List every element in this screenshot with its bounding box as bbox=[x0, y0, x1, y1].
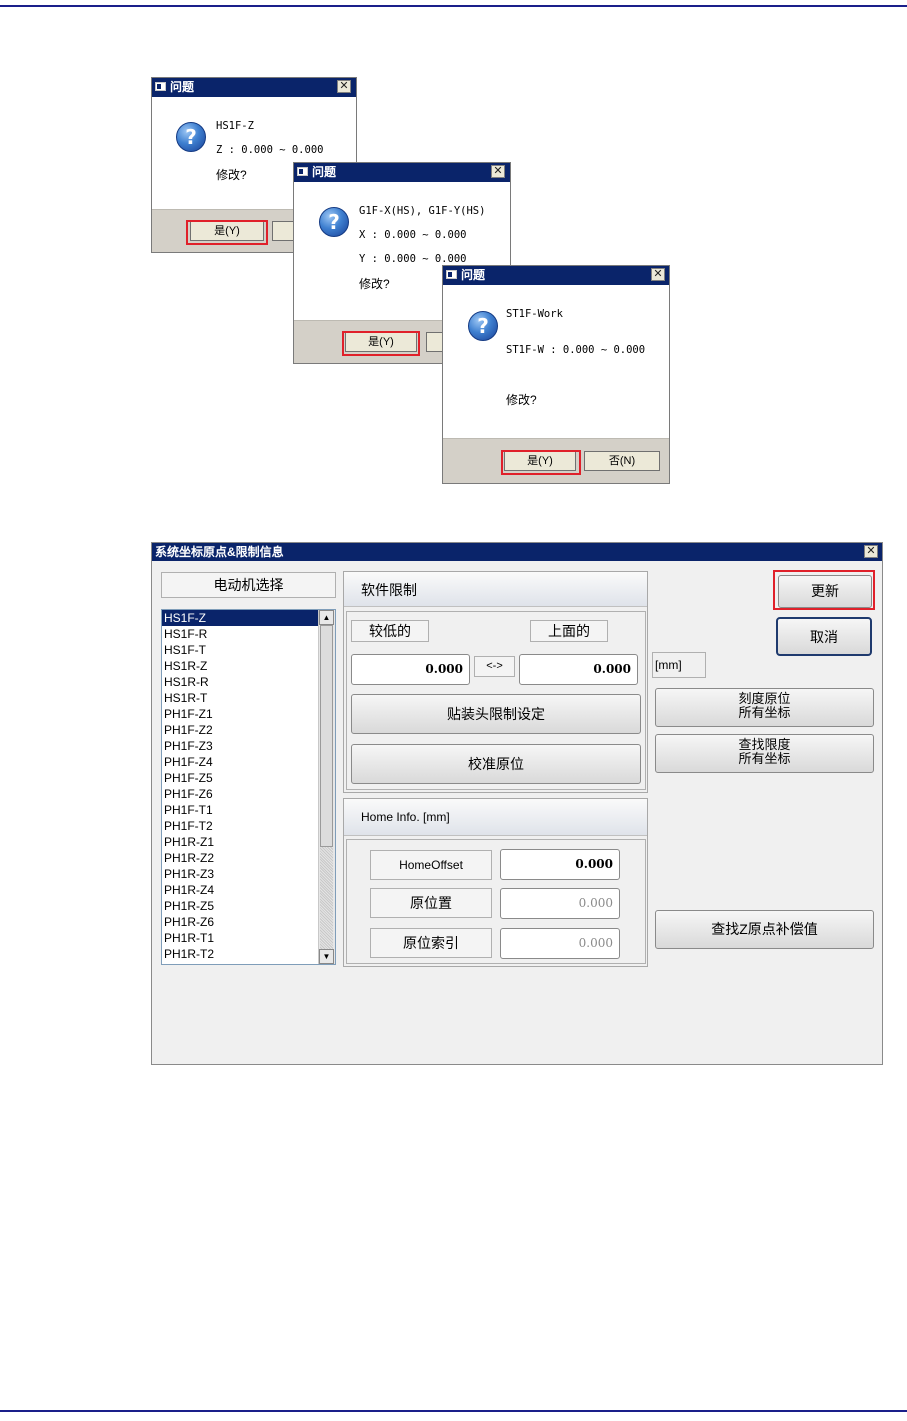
home-limit-window: 系统坐标原点&限制信息 ✕ 电动机选择 HS1F-Z HS1F-R HS1F-T HS… bbox=[151, 542, 883, 1065]
home-offset-label: HomeOffset bbox=[370, 850, 492, 880]
highlight-box bbox=[342, 331, 420, 356]
scale-home-all-button[interactable]: 刻度原位 所有坐标 bbox=[655, 688, 874, 727]
home-index-label: 原位索引 bbox=[370, 928, 492, 958]
home-position-label: 原位置 bbox=[370, 888, 492, 918]
motor-list-item[interactable]: HS1R-R bbox=[162, 674, 318, 690]
dialog-line: ST1F-W : 0.000 ~ 0.000 bbox=[506, 344, 646, 356]
window-icon bbox=[446, 270, 457, 279]
motor-list-item[interactable]: HS1R-Z bbox=[162, 658, 318, 674]
motor-list-item[interactable]: PH1R-Z2 bbox=[162, 850, 318, 866]
window-title-bar: 系统坐标原点&限制信息 ✕ bbox=[152, 543, 882, 561]
motor-list-item[interactable]: HS1F-R bbox=[162, 626, 318, 642]
dialog-title: 问题 bbox=[312, 165, 337, 179]
dialog-line: Y : 0.000 ~ 0.000 bbox=[359, 253, 467, 265]
home-offset-input[interactable]: 0.000 bbox=[500, 849, 620, 880]
motor-list-item[interactable]: HS1F-Z bbox=[162, 610, 318, 626]
dialog-title: 问题 bbox=[461, 268, 486, 282]
find-limit-all-button[interactable]: 查找限度 所有坐标 bbox=[655, 734, 874, 773]
scroll-down-icon[interactable]: ▼ bbox=[319, 949, 334, 964]
motor-list-items: HS1F-Z HS1F-R HS1F-T HS1R-Z HS1R-R HS1R-T PH1F… bbox=[162, 610, 318, 962]
question-icon: ? bbox=[176, 122, 206, 152]
close-icon[interactable]: ✕ bbox=[491, 165, 505, 178]
dialog-line: G1F-X(HS), G1F-Y(HS) bbox=[359, 205, 486, 217]
find-limit-line1: 查找限度 bbox=[738, 737, 791, 752]
bottom-rule bbox=[0, 1410, 907, 1412]
motor-list-item[interactable]: PH1F-T2 bbox=[162, 818, 318, 834]
window-icon bbox=[297, 167, 308, 176]
group-header: Home Info. [mm] bbox=[344, 799, 647, 836]
head-limit-setting-button[interactable]: 贴装头限制设定 bbox=[351, 694, 641, 734]
dialog-line: ST1F-Work bbox=[506, 308, 563, 320]
motor-list-item[interactable]: PH1R-T1 bbox=[162, 930, 318, 946]
motor-list-item[interactable]: PH1R-Z5 bbox=[162, 898, 318, 914]
dialog-title: 问题 bbox=[170, 80, 195, 94]
dialog-title-bar: 问题 ✕ bbox=[294, 163, 510, 182]
motor-list-item[interactable]: PH1R-T2 bbox=[162, 946, 318, 962]
highlight-box bbox=[773, 570, 875, 610]
dialog-question: 修改? bbox=[216, 168, 247, 182]
dialog-line: HS1F-Z bbox=[216, 120, 254, 132]
motor-list-item[interactable]: PH1R-Z4 bbox=[162, 882, 318, 898]
soft-limit-group: 软件限制 较低的 上面的 0.000 <-> 0.000 贴装头限制设定 校准原… bbox=[343, 571, 648, 793]
motor-listbox[interactable]: HS1F-Z HS1F-R HS1F-T HS1R-Z HS1R-R HS1R-T PH1F… bbox=[161, 609, 336, 965]
motor-select-label: 电动机选择 bbox=[161, 572, 336, 598]
range-arrow-label: <-> bbox=[474, 656, 515, 677]
lower-limit-input[interactable]: 0.000 bbox=[351, 654, 470, 685]
scale-home-line1: 刻度原位 bbox=[738, 691, 791, 706]
motor-list-item[interactable]: PH1F-Z2 bbox=[162, 722, 318, 738]
close-icon[interactable]: ✕ bbox=[337, 80, 351, 93]
no-button[interactable]: 否(N) bbox=[584, 451, 660, 471]
top-rule bbox=[0, 5, 907, 7]
motor-list-item[interactable]: PH1R-Z1 bbox=[162, 834, 318, 850]
scrollbar-thumb[interactable] bbox=[320, 625, 333, 847]
dialog-line: Z : 0.000 ~ 0.000 bbox=[216, 144, 324, 156]
upper-limit-input[interactable]: 0.000 bbox=[519, 654, 638, 685]
motor-list-item[interactable]: HS1F-T bbox=[162, 642, 318, 658]
dialog-title-bar: 问题 ✕ bbox=[152, 78, 356, 97]
question-icon: ? bbox=[319, 207, 349, 237]
question-icon: ? bbox=[468, 311, 498, 341]
calibrate-home-button[interactable]: 校准原位 bbox=[351, 744, 641, 784]
soft-limit-title: 软件限制 bbox=[361, 582, 417, 598]
scale-home-line2: 所有坐标 bbox=[738, 705, 791, 720]
home-position-input[interactable]: 0.000 bbox=[500, 888, 620, 919]
lower-label: 较低的 bbox=[351, 620, 429, 642]
cancel-button[interactable]: 取消 bbox=[776, 617, 872, 656]
dialog-question: 修改? bbox=[359, 277, 390, 291]
motor-list-item[interactable]: PH1F-Z1 bbox=[162, 706, 318, 722]
close-icon[interactable]: ✕ bbox=[864, 545, 878, 558]
highlight-box bbox=[501, 450, 581, 475]
close-icon[interactable]: ✕ bbox=[651, 268, 665, 281]
home-index-input[interactable]: 0.000 bbox=[500, 928, 620, 959]
motor-list-item[interactable]: PH1F-T1 bbox=[162, 802, 318, 818]
find-z-home-offset-button[interactable]: 查找Z原点补偿值 bbox=[655, 910, 874, 949]
motor-list-item[interactable]: PH1F-Z6 bbox=[162, 786, 318, 802]
dialog-title-bar: 问题 ✕ bbox=[443, 266, 669, 285]
motor-list-item[interactable]: PH1F-Z3 bbox=[162, 738, 318, 754]
group-header: 软件限制 bbox=[344, 572, 647, 607]
window-title: 系统坐标原点&限制信息 bbox=[155, 545, 284, 559]
motor-list-item[interactable]: PH1F-Z4 bbox=[162, 754, 318, 770]
dialog-question: 修改? bbox=[506, 393, 537, 407]
find-limit-line2: 所有坐标 bbox=[738, 751, 791, 766]
question-dialog-3: 问题 ✕ ? ST1F-Work ST1F-W : 0.000 ~ 0.000 … bbox=[442, 265, 670, 484]
dialog-line: X : 0.000 ~ 0.000 bbox=[359, 229, 467, 241]
upper-label: 上面的 bbox=[530, 620, 608, 642]
window-icon bbox=[155, 82, 166, 91]
motor-list-item[interactable]: PH1R-Z6 bbox=[162, 914, 318, 930]
scrollbar-track[interactable] bbox=[320, 847, 333, 949]
motor-list-item[interactable]: HS1R-T bbox=[162, 690, 318, 706]
highlight-box bbox=[186, 220, 268, 245]
unit-label: [mm] bbox=[652, 652, 706, 678]
home-info-group: Home Info. [mm] HomeOffset 0.000 原位置 0.0… bbox=[343, 798, 648, 967]
motor-list-item[interactable]: PH1R-Z3 bbox=[162, 866, 318, 882]
scroll-up-icon[interactable]: ▲ bbox=[319, 610, 334, 625]
motor-list-item[interactable]: PH1F-Z5 bbox=[162, 770, 318, 786]
home-info-title: Home Info. [mm] bbox=[361, 810, 450, 824]
vertical-scrollbar[interactable]: ▲ ▼ bbox=[318, 610, 335, 964]
